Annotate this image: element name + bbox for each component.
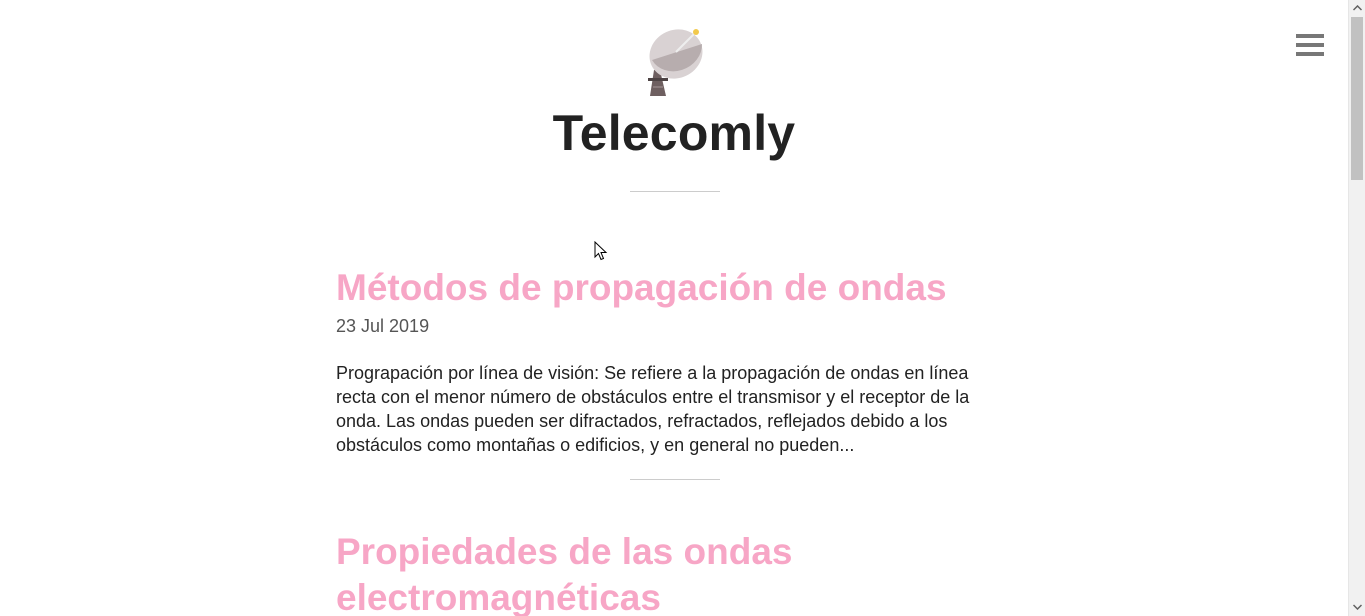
post-title-link[interactable]: Propiedades de las ondas electromagnétic… [336, 529, 996, 616]
header-divider [630, 191, 720, 192]
blog-page: Telecomly Métodos de propagación de onda… [0, 0, 1348, 616]
excerpt-line: Prograpación por línea de visión: Se ref… [336, 363, 969, 383]
post-preview: Propiedades de las ondas electromagnétic… [336, 529, 996, 616]
excerpt-line: obstáculos como montañas o edificios, y … [336, 435, 855, 455]
post-date: 23 Jul 2019 [336, 316, 430, 336]
post-preview: Métodos de propagación de ondas 23 Jul 2… [336, 265, 996, 457]
browser-viewport: Telecomly Métodos de propagación de onda… [0, 0, 1365, 616]
post-title-link[interactable]: Métodos de propagación de ondas [336, 265, 996, 311]
arrow-down-icon[interactable] [1349, 599, 1365, 616]
excerpt-line: recta con el menor número de obstáculos … [336, 387, 970, 407]
menu-bar [1296, 52, 1324, 56]
hamburger-menu-icon[interactable] [1296, 34, 1324, 56]
site-title[interactable]: Telecomly [0, 104, 1348, 162]
post-title-line: electromagnéticas [336, 577, 661, 616]
excerpt-line: onda. Las ondas pueden ser difractados, … [336, 411, 948, 431]
menu-bar [1296, 34, 1324, 38]
post-title-line: Propiedades de las ondas [336, 531, 793, 572]
post-excerpt: Prograpación por línea de visión: Se ref… [336, 361, 996, 457]
vertical-scrollbar[interactable] [1348, 0, 1365, 616]
scrollbar-thumb[interactable] [1351, 17, 1363, 180]
post-divider [630, 479, 720, 480]
satellite-dish-icon[interactable] [640, 22, 708, 98]
mouse-cursor-icon [594, 240, 608, 261]
arrow-up-icon[interactable] [1349, 0, 1365, 17]
menu-bar [1296, 43, 1324, 47]
